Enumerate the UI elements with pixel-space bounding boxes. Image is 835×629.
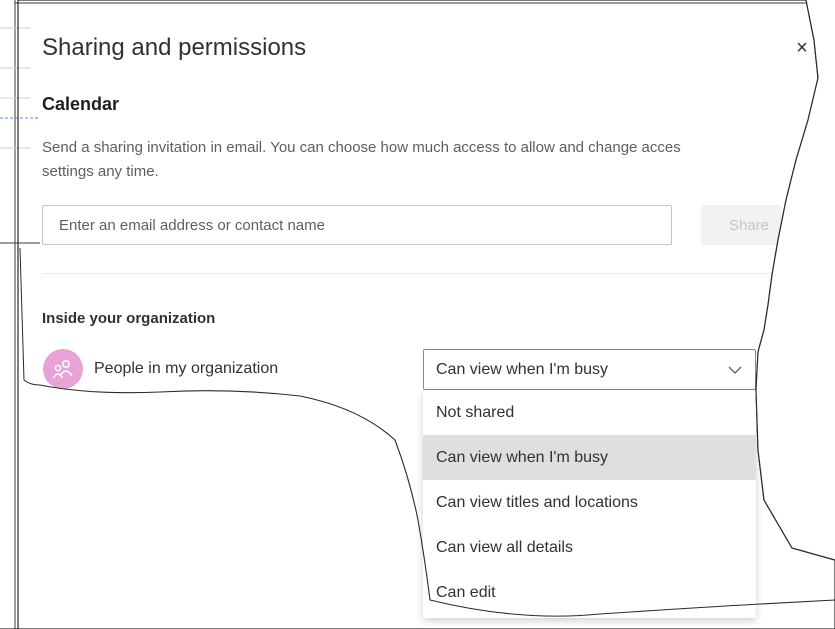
close-button[interactable]: × xyxy=(790,36,814,60)
people-icon xyxy=(52,360,73,379)
option-can-view-titles-locations[interactable]: Can view titles and locations xyxy=(423,480,756,525)
option-can-view-busy[interactable]: Can view when I'm busy xyxy=(423,435,756,480)
sharing-description: Send a sharing invitation in email. You … xyxy=(42,136,782,184)
dialog-title: Sharing and permissions xyxy=(42,34,307,61)
permission-select[interactable]: Can view when I'm busy xyxy=(423,349,756,390)
description-line-2: settings any time. xyxy=(42,163,159,180)
option-can-edit[interactable]: Can edit xyxy=(423,570,756,615)
person-label: People in my organization xyxy=(94,360,279,377)
close-icon: × xyxy=(796,37,808,59)
permission-dropdown-list: Not shared Can view when I'm busy Can vi… xyxy=(423,390,756,618)
org-section-heading: Inside your organization xyxy=(42,310,216,327)
share-button[interactable]: Share xyxy=(701,205,781,245)
sharing-dialog: Sharing and permissions × Calendar Send … xyxy=(0,0,835,629)
description-line-1: Send a sharing invitation in email. You … xyxy=(42,139,681,156)
calendar-heading: Calendar xyxy=(42,94,120,114)
permission-selected-value: Can view when I'm busy xyxy=(436,361,609,378)
email-input[interactable] xyxy=(42,205,672,245)
section-divider xyxy=(42,273,782,274)
option-can-view-all-details[interactable]: Can view all details xyxy=(423,525,756,570)
option-not-shared[interactable]: Not shared xyxy=(423,390,756,435)
chevron-down-icon xyxy=(728,366,742,374)
avatar xyxy=(43,349,83,389)
